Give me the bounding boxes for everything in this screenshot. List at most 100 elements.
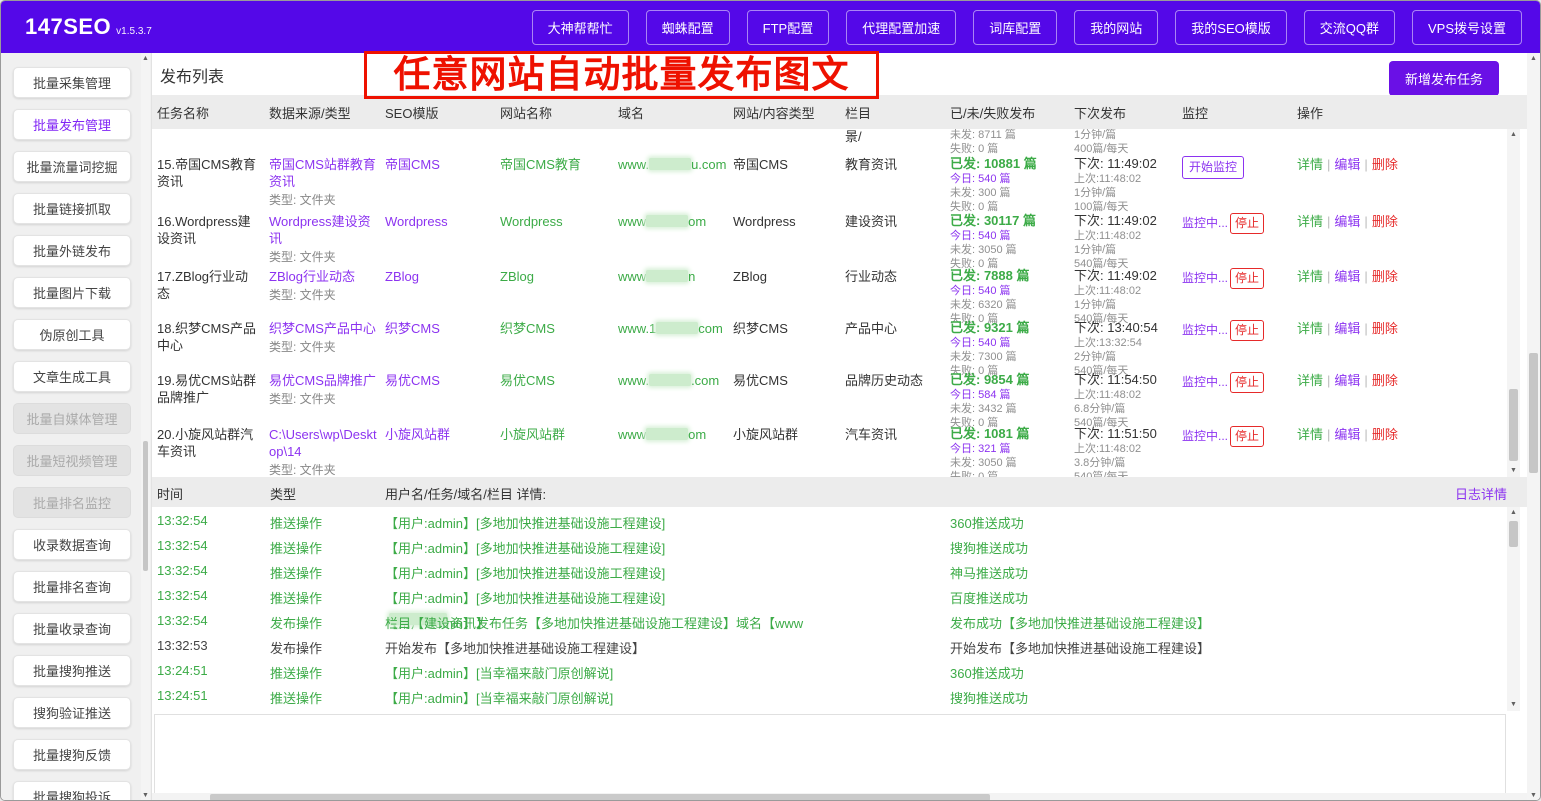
- seo-template: ZBlog: [385, 268, 500, 285]
- edit-link[interactable]: 编辑: [1334, 157, 1360, 172]
- scroll-up-arrow[interactable]: ▲: [141, 53, 150, 65]
- sidebar-item[interactable]: 批量搜狗投诉: [13, 781, 131, 801]
- schedule: 1分钟/篇400篇/每天: [1074, 129, 1182, 156]
- delete-link[interactable]: 删除: [1372, 373, 1398, 388]
- detail-link[interactable]: 详情: [1297, 321, 1323, 336]
- scrollbar-thumb[interactable]: [210, 794, 990, 801]
- log-time: 13:32:54: [157, 513, 208, 528]
- sidebar-item[interactable]: 批量图片下载: [13, 277, 131, 308]
- delete-link[interactable]: 删除: [1372, 427, 1398, 442]
- source-path: 织梦CMS产品中心: [269, 320, 377, 337]
- actions-cell: 详情|编辑|删除: [1297, 156, 1502, 173]
- scroll-up-arrow[interactable]: ▲: [1507, 507, 1520, 519]
- sidebar-item[interactable]: 搜狗验证推送: [13, 697, 131, 728]
- sidebar-item[interactable]: 批量排名查询: [13, 571, 131, 602]
- start-monitor-button[interactable]: 开始监控: [1182, 156, 1244, 179]
- detail-link[interactable]: 详情: [1297, 427, 1323, 442]
- nav-item-1[interactable]: 蜘蛛配置: [646, 10, 730, 45]
- logo-text: 147SEO: [25, 14, 111, 40]
- sidebar-item[interactable]: 文章生成工具: [13, 361, 131, 392]
- stat-line: 失败: 0 篇: [950, 470, 1066, 477]
- scroll-down-arrow[interactable]: ▼: [1527, 790, 1540, 801]
- nav-item-5[interactable]: 我的网站: [1074, 10, 1158, 45]
- log-row: 13:32:53发布操作开始发布【多地加快推进基础设施工程建设】开始发布【多地加…: [152, 638, 1507, 660]
- log-row: 13:32:54推送操作【用户:admin】[多地加快推进基础设施工程建设]神马…: [152, 563, 1507, 585]
- sidebar-item[interactable]: 批量发布管理: [13, 109, 131, 140]
- detail-link[interactable]: 详情: [1297, 214, 1323, 229]
- table-scrollbar[interactable]: ▲ ▼: [1507, 129, 1520, 477]
- horizontal-scrollbar[interactable]: [152, 793, 1530, 801]
- delete-link[interactable]: 删除: [1372, 214, 1398, 229]
- scroll-up-arrow[interactable]: ▲: [1527, 53, 1540, 65]
- scroll-down-arrow[interactable]: ▼: [141, 790, 150, 801]
- sidebar-item[interactable]: 批量链接抓取: [13, 193, 131, 224]
- scrollbar-thumb[interactable]: [1529, 353, 1538, 473]
- scrollbar-thumb[interactable]: [143, 441, 148, 571]
- nav-item-8[interactable]: VPS拨号设置: [1412, 10, 1522, 45]
- scrollbar-thumb[interactable]: [1509, 389, 1518, 461]
- edit-link[interactable]: 编辑: [1334, 214, 1360, 229]
- stop-button[interactable]: 停止: [1230, 320, 1264, 341]
- log-detail-suffix: 栏目【建设资讯】: [385, 613, 489, 632]
- detail-link[interactable]: 详情: [1297, 157, 1323, 172]
- nav-item-3[interactable]: 代理配置加速: [846, 10, 956, 45]
- scrollbar-thumb[interactable]: [1509, 521, 1518, 547]
- sidebar-item[interactable]: 批量流量词挖掘: [13, 151, 131, 182]
- log-time: 13:32:54: [157, 538, 208, 553]
- delete-link[interactable]: 删除: [1372, 321, 1398, 336]
- separator: |: [1327, 321, 1330, 336]
- stat-line: 失败: 0 篇: [950, 142, 1066, 156]
- log-col-detail: 用户名/任务/域名/栏目 详情:: [385, 484, 546, 503]
- stop-button[interactable]: 停止: [1230, 268, 1264, 289]
- separator: |: [1364, 321, 1367, 336]
- nav-item-4[interactable]: 词库配置: [973, 10, 1057, 45]
- sidebar-scrollbar[interactable]: ▲ ▼: [141, 53, 150, 801]
- table-header-cell-9: 监控: [1182, 103, 1297, 122]
- delete-link[interactable]: 删除: [1372, 269, 1398, 284]
- stop-button[interactable]: 停止: [1230, 213, 1264, 234]
- scroll-down-arrow[interactable]: ▼: [1507, 699, 1520, 711]
- table-row: 20.小旋风站群汽车资讯C:\Users\wp\Desktop\14类型: 文件…: [152, 426, 1502, 477]
- publish-stats: 已发: 9854 篇今日: 584 篇未发: 3432 篇失败: 0 篇: [950, 372, 1074, 430]
- page-title: 发布列表: [160, 63, 224, 87]
- sidebar-item[interactable]: 批量搜狗推送: [13, 655, 131, 686]
- sidebar-item[interactable]: 伪原创工具: [13, 319, 131, 350]
- stop-button[interactable]: 停止: [1230, 426, 1264, 447]
- scroll-up-arrow[interactable]: ▲: [1507, 129, 1520, 141]
- nav-item-0[interactable]: 大神帮帮忙: [532, 10, 629, 45]
- log-row: 13:24:51推送操作【用户:admin】[当幸福来敲门原创解说]360推送成…: [152, 663, 1507, 685]
- detail-link[interactable]: 详情: [1297, 373, 1323, 388]
- sidebar-item[interactable]: 批量收录查询: [13, 613, 131, 644]
- domain-suffix: om: [688, 214, 706, 229]
- stop-button[interactable]: 停止: [1230, 372, 1264, 393]
- monitor-cell: 监控中...停止: [1182, 372, 1297, 393]
- source-type: 类型: 文件夹: [269, 339, 377, 356]
- sidebar-item[interactable]: 收录数据查询: [13, 529, 131, 560]
- nav-item-7[interactable]: 交流QQ群: [1304, 10, 1395, 45]
- sidebar-item[interactable]: 批量外链发布: [13, 235, 131, 266]
- window-scrollbar[interactable]: ▲ ▼: [1527, 53, 1540, 801]
- edit-link[interactable]: 编辑: [1334, 427, 1360, 442]
- log-scrollbar[interactable]: ▲ ▼: [1507, 507, 1520, 711]
- log-body: 13:32:54推送操作【用户:admin】[多地加快推进基础设施工程建设]36…: [152, 507, 1507, 711]
- domain-prefix: www: [618, 427, 646, 442]
- site-domain: www.u.com: [618, 156, 733, 173]
- edit-link[interactable]: 编辑: [1334, 373, 1360, 388]
- log-detail-link[interactable]: 日志详情: [1455, 484, 1507, 503]
- edit-link[interactable]: 编辑: [1334, 269, 1360, 284]
- nav-item-2[interactable]: FTP配置: [747, 10, 830, 45]
- domain-prefix: www.: [618, 373, 649, 388]
- log-detail-text: 【用户:admin】[多地加快推进基础设施工程建设]: [385, 513, 665, 532]
- delete-link[interactable]: 删除: [1372, 157, 1398, 172]
- detail-link[interactable]: 详情: [1297, 269, 1323, 284]
- app-logo: 147SEO v1.5.3.7: [25, 14, 152, 40]
- schedule-line: 400篇/每天: [1074, 142, 1174, 156]
- monitoring-label: 监控中...: [1182, 216, 1228, 230]
- sidebar-item[interactable]: 批量采集管理: [13, 67, 131, 98]
- add-task-button[interactable]: 新增发布任务: [1389, 61, 1499, 96]
- nav-item-6[interactable]: 我的SEO模版: [1175, 10, 1286, 45]
- domain-blur: [646, 428, 688, 440]
- sidebar-item[interactable]: 批量搜狗反馈: [13, 739, 131, 770]
- scroll-down-arrow[interactable]: ▼: [1507, 465, 1520, 477]
- edit-link[interactable]: 编辑: [1334, 321, 1360, 336]
